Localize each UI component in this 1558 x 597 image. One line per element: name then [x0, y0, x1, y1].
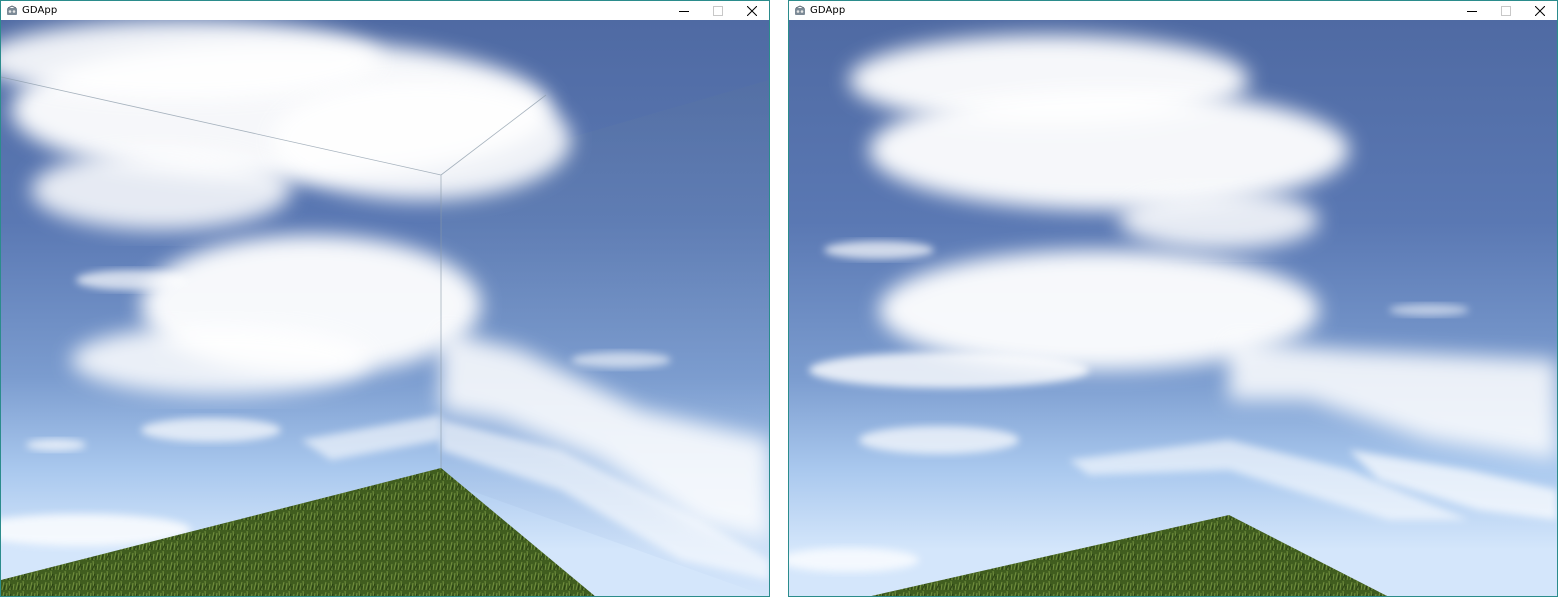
gd-app-icon — [794, 4, 806, 17]
close-icon — [747, 5, 757, 16]
maximize-button[interactable] — [701, 1, 735, 20]
window-title: GDApp — [22, 5, 58, 16]
app-window-left: GDApp — [0, 0, 770, 597]
close-button[interactable] — [1523, 1, 1557, 20]
minimize-icon — [1467, 10, 1477, 12]
maximize-icon — [713, 5, 723, 16]
window-controls — [667, 1, 769, 20]
maximize-button[interactable] — [1489, 1, 1523, 20]
gd-app-icon — [6, 4, 18, 17]
minimize-button[interactable] — [1455, 1, 1489, 20]
minimize-icon — [679, 10, 689, 12]
title-bar[interactable]: GDApp — [1, 1, 769, 20]
app-window-right: GDApp — [788, 0, 1558, 597]
minimize-button[interactable] — [667, 1, 701, 20]
render-viewport[interactable] — [1, 20, 769, 596]
skybox-scene — [1, 20, 769, 596]
close-icon — [1535, 5, 1545, 16]
close-button[interactable] — [735, 1, 769, 20]
skybox-scene — [789, 35, 1557, 596]
title-bar[interactable]: GDApp — [789, 1, 1557, 20]
maximize-icon — [1501, 5, 1511, 16]
cloud-layer — [789, 35, 1557, 572]
window-controls — [1455, 1, 1557, 20]
render-viewport[interactable] — [789, 20, 1557, 596]
window-title: GDApp — [810, 5, 846, 16]
